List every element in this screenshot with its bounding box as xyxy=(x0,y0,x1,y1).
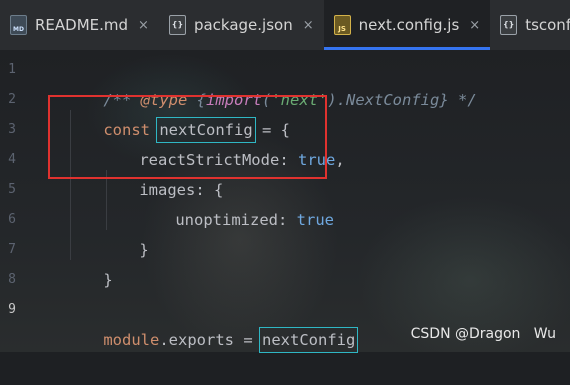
boolean-true: true xyxy=(296,211,334,229)
nextconfig-identifier-highlight[interactable]: nextConfig xyxy=(259,327,359,353)
json-file-icon: {} xyxy=(500,15,518,35)
close-tab-icon[interactable]: × xyxy=(469,18,480,33)
assignment-operator: = xyxy=(234,331,262,349)
module-keyword: module xyxy=(103,331,160,349)
line-number: 9 xyxy=(8,302,16,317)
code-line-9[interactable]: module.exports = nextConfig xyxy=(66,295,359,385)
code-line-5[interactable]: unoptimized: true xyxy=(138,175,334,265)
markdown-file-icon: MD xyxy=(10,15,27,35)
csdn-watermark: CSDN @Dragon Wu xyxy=(410,326,556,342)
colon: : xyxy=(277,211,297,229)
file-type-badge: MD xyxy=(13,26,24,33)
tab-label: README.md xyxy=(35,16,129,34)
images-close-brace: } xyxy=(139,241,149,259)
images-block-highlight-box xyxy=(48,95,327,179)
tab-label: tsconfig.j xyxy=(525,16,570,34)
tab-label: next.config.js xyxy=(358,16,460,34)
line-number: 1 xyxy=(8,62,16,77)
file-type-badge: JS xyxy=(338,25,346,33)
close-tab-icon[interactable]: × xyxy=(138,18,149,33)
line-number: 7 xyxy=(8,242,16,257)
tab-readme-md[interactable]: MD README.md × xyxy=(0,0,159,50)
exports-property: exports xyxy=(168,331,234,349)
line-number: 3 xyxy=(8,122,16,137)
line-number: 6 xyxy=(8,212,16,227)
config-close-brace: } xyxy=(103,271,113,289)
close-tab-icon[interactable]: × xyxy=(303,18,314,33)
comma: , xyxy=(335,151,345,169)
json-file-icon: {} xyxy=(168,15,186,35)
unoptimized-property: unoptimized xyxy=(175,211,278,229)
file-type-badge: {} xyxy=(171,20,184,29)
tab-package-json[interactable]: {} package.json × xyxy=(159,0,324,50)
line-number-gutter: 1 2 3 4 5 6 7 8 9 xyxy=(0,50,30,352)
line-number: 4 xyxy=(8,152,16,167)
tab-tsconfig-j[interactable]: {} tsconfig.j xyxy=(490,0,570,50)
tab-next-config-js[interactable]: JS next.config.js × xyxy=(323,0,491,50)
javascript-file-icon: JS xyxy=(333,15,351,35)
line-number: 8 xyxy=(8,272,16,287)
dot: . xyxy=(159,331,169,349)
tab-label: package.json xyxy=(193,16,293,34)
doc-comment-close: ).NextConfig} */ xyxy=(327,91,477,109)
line-number: 5 xyxy=(8,182,16,197)
line-number: 2 xyxy=(8,92,16,107)
editor-tab-bar: MD README.md × {} package.json × JS next.config… xyxy=(0,0,570,50)
file-type-badge: {} xyxy=(502,20,515,29)
